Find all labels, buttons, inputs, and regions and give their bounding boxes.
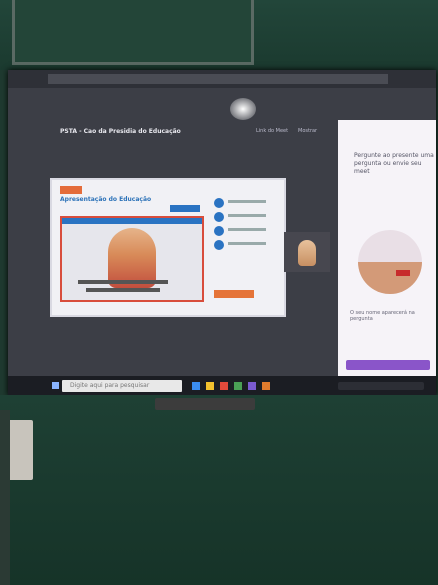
panel-action-button[interactable] xyxy=(346,360,430,370)
slide-dot xyxy=(214,240,224,250)
taskbar-search[interactable]: Digite aqui para pesquisar xyxy=(62,380,182,392)
wall-left xyxy=(0,410,10,585)
participant-face xyxy=(298,240,316,266)
projection-screen: PSTA - Cao da Presidia do Educação Link … xyxy=(8,70,436,396)
slide-dot xyxy=(214,226,224,236)
slide-heading: Apresentação do Educação xyxy=(60,196,152,203)
slide-sidebar xyxy=(210,194,270,302)
slide-card-bar xyxy=(62,218,202,224)
slide-photo xyxy=(108,228,156,288)
taskbar-app-icon[interactable] xyxy=(192,382,200,390)
slide-line xyxy=(228,200,266,203)
taskbar-app-icon[interactable] xyxy=(248,382,256,390)
taskbar-app-icon[interactable] xyxy=(206,382,214,390)
taskbar: Digite aqui para pesquisar xyxy=(8,376,436,396)
slide-dot xyxy=(214,212,224,222)
slide-button xyxy=(170,205,200,212)
slide-caption-line xyxy=(86,288,160,292)
panel-question: Pergunte ao presente uma pergunta ou env… xyxy=(354,152,434,175)
header-link-show[interactable]: Mostrar xyxy=(298,128,317,134)
board-tray xyxy=(155,398,255,410)
header-link-meet[interactable]: Link do Meet xyxy=(256,128,288,134)
taskbar-app-icon[interactable] xyxy=(220,382,228,390)
board-frame xyxy=(12,0,254,65)
taskbar-app-icon[interactable] xyxy=(234,382,242,390)
shared-slide: Apresentação do Educação xyxy=(50,178,286,317)
slide-logo xyxy=(60,186,82,194)
camera-tile xyxy=(284,232,330,272)
panel-illustration-base xyxy=(358,262,422,294)
slide-caption-line xyxy=(78,280,168,284)
windows-icon[interactable] xyxy=(52,382,59,389)
side-panel: Pergunte ao presente uma pergunta ou env… xyxy=(338,120,436,376)
slide-orange-button xyxy=(214,290,254,298)
browser-top-bar xyxy=(8,70,436,88)
wall-bottom xyxy=(0,395,438,585)
light-glare xyxy=(230,98,256,120)
slide-card xyxy=(60,216,204,302)
taskbar-app-icon[interactable] xyxy=(262,382,270,390)
system-tray[interactable] xyxy=(338,382,424,390)
panel-illustration-accent xyxy=(396,270,410,276)
slide-line xyxy=(228,242,266,245)
browser-title-bar xyxy=(48,74,388,84)
slide-line xyxy=(228,214,266,217)
slide-dot xyxy=(214,198,224,208)
taskbar-search-text: Digite aqui para pesquisar xyxy=(70,382,150,389)
panel-footer: O seu nome aparecerá na pergunta xyxy=(350,310,415,322)
slide-line xyxy=(228,228,266,231)
meeting-title: PSTA - Cao da Presidia do Educação xyxy=(60,128,181,135)
